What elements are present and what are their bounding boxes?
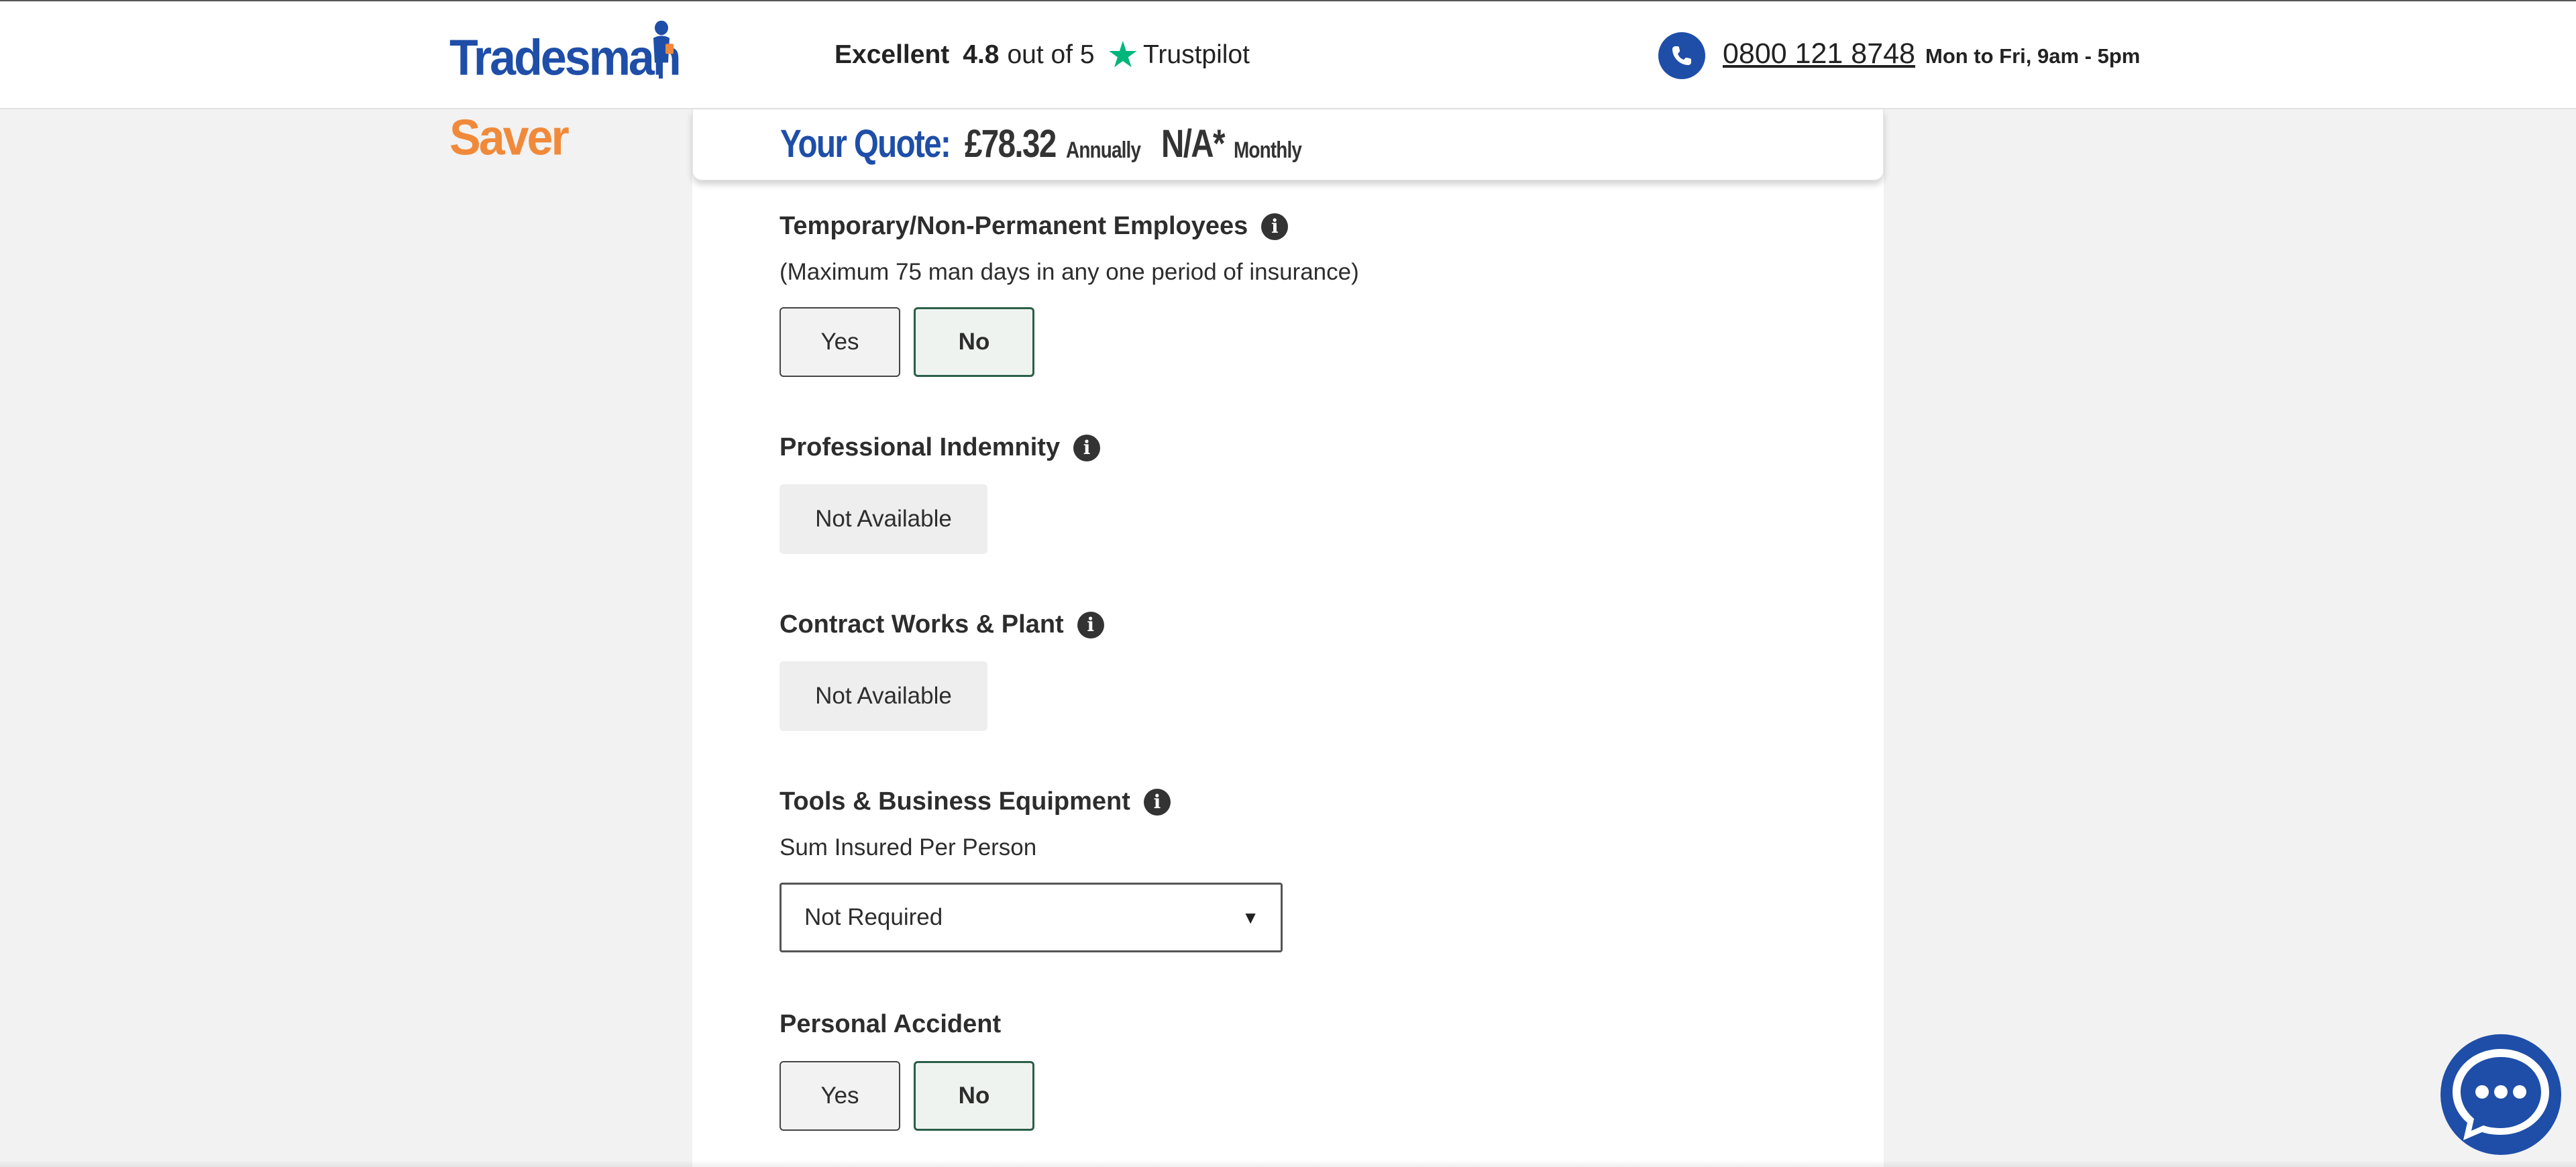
- tools-equipment-subtext: Sum Insured Per Person: [780, 834, 1037, 860]
- personal-accident-no-button[interactable]: No: [914, 1061, 1034, 1131]
- quote-label: Your Quote:: [780, 122, 951, 166]
- temp-employees-yes-button[interactable]: Yes: [780, 307, 900, 377]
- dropdown-arrow-icon: ▼: [1242, 907, 1259, 928]
- professional-indemnity-title: Professional Indemnity i: [780, 433, 1101, 462]
- annual-amount: £78.32: [965, 122, 1057, 166]
- rating-label: Excellent: [835, 40, 950, 69]
- tools-sum-insured-select[interactable]: Not Required ▼: [780, 883, 1283, 952]
- logo-text-tradesman: Tradesman: [449, 29, 682, 86]
- personal-accident-title-text: Personal Accident: [780, 1010, 1002, 1038]
- contract-works-title: Contract Works & Plant i: [780, 610, 1104, 639]
- contract-works-title-text: Contract Works & Plant: [780, 610, 1064, 638]
- info-icon[interactable]: i: [1073, 434, 1101, 461]
- personal-accident-title: Personal Accident: [780, 1010, 1001, 1039]
- logo-text-saver: Saver: [449, 109, 570, 166]
- trustpilot-star-icon: ★: [1106, 35, 1140, 75]
- rating-score: 4.8: [963, 40, 1000, 69]
- trustpilot-rating[interactable]: Excellent 4.8 out of 5 ★ Trustpilot: [835, 35, 1250, 75]
- site-header: Tradesman Saver Excellent 4.8 out of 5 ★ …: [0, 0, 2576, 166]
- tools-equipment-title: Tools & Business Equipment i: [780, 787, 1171, 816]
- live-chat-button[interactable]: [2440, 1034, 2561, 1155]
- rating-out-of: out of 5: [1007, 40, 1095, 69]
- monthly-amount: N/A*: [1161, 122, 1226, 166]
- chat-bubble-icon: [2453, 1049, 2549, 1140]
- temp-employees-title-text: Temporary/Non-Permanent Employees: [780, 212, 1248, 240]
- info-icon[interactable]: i: [1077, 611, 1104, 638]
- phone-number-link[interactable]: 0800 121 8748: [1723, 38, 1915, 70]
- monthly-label: Monthly: [1234, 137, 1302, 163]
- temp-employees-title: Temporary/Non-Permanent Employees i: [780, 212, 1289, 241]
- opening-hours: Mon to Fri, 9am - 5pm: [1925, 44, 2141, 68]
- professional-indemnity-status: Not Available: [780, 484, 987, 554]
- tradesman-saver-logo[interactable]: Tradesman Saver: [449, 17, 789, 166]
- tools-equipment-title-text: Tools & Business Equipment: [780, 787, 1130, 816]
- info-icon[interactable]: i: [1143, 788, 1171, 816]
- annual-label: Annually: [1066, 137, 1141, 163]
- bottom-edge: [0, 1160, 2576, 1167]
- tools-selected-option: Not Required: [804, 904, 943, 930]
- info-icon[interactable]: i: [1261, 213, 1289, 240]
- trustpilot-label: Trustpilot: [1143, 40, 1250, 69]
- professional-indemnity-title-text: Professional Indemnity: [780, 433, 1061, 461]
- temp-employees-subtext: (Maximum 75 man days in any one period o…: [780, 259, 1359, 285]
- temp-employees-no-button[interactable]: No: [914, 307, 1034, 377]
- personal-accident-yes-button[interactable]: Yes: [780, 1061, 900, 1131]
- contract-works-status: Not Available: [780, 661, 987, 731]
- quote-summary-bar: Your Quote: £78.32 Annually N/A* Monthly: [692, 109, 1884, 180]
- phone-icon[interactable]: [1658, 32, 1705, 79]
- tradesman-figure-icon: [653, 20, 674, 79]
